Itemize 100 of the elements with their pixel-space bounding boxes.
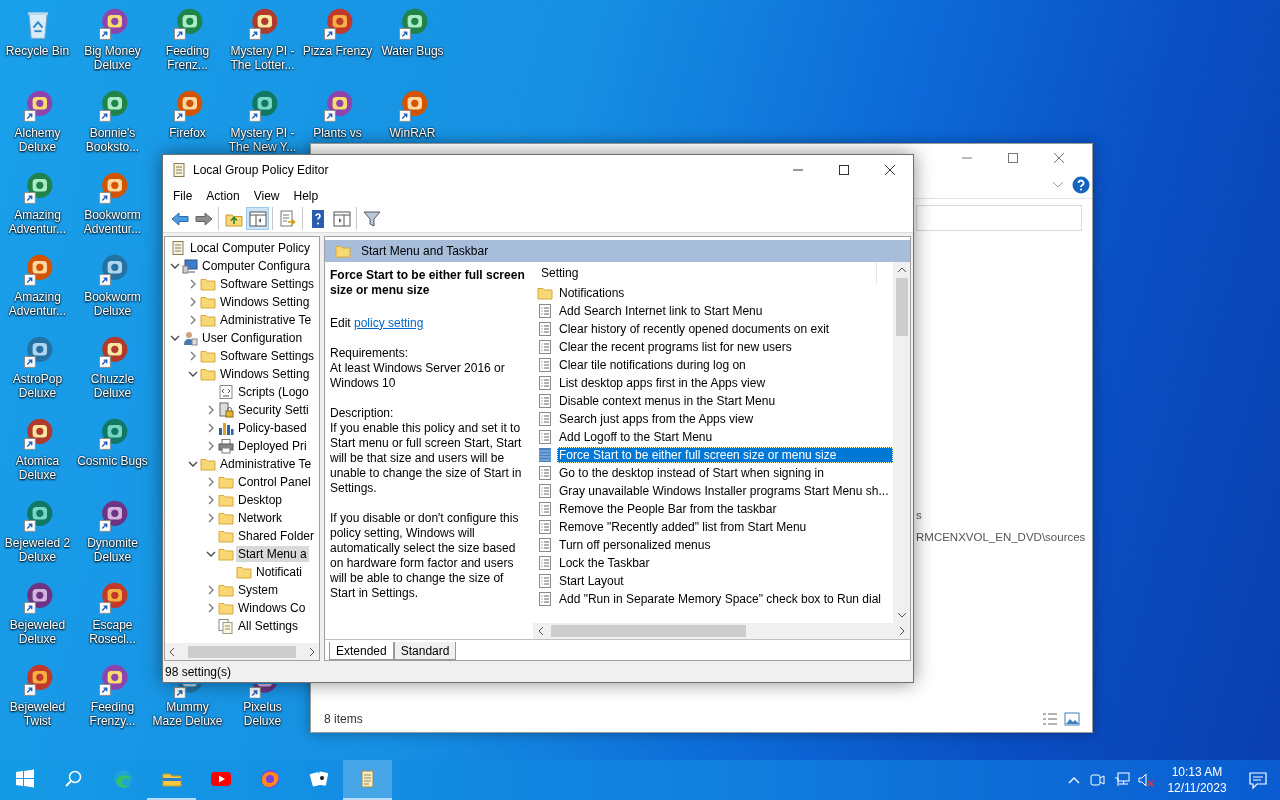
description-text: If you disable or don't configure this policy setting, Windows will automatically select the size based on hardware form factor and users will be able to change the size of Start in Settings. xyxy=(330,510,520,601)
tree-item[interactable]: Windows Setting xyxy=(165,292,319,311)
tree-item[interactable]: Software Settings xyxy=(165,346,319,365)
setting-icon xyxy=(537,446,553,463)
setting-row[interactable]: Clear tile notifications during log on xyxy=(557,356,893,373)
scroll-left-icon[interactable] xyxy=(537,626,545,637)
setting-row[interactable]: Clear the recent programs list for new users xyxy=(557,338,893,355)
policy-editor-button[interactable] xyxy=(343,760,392,800)
notifications-icon[interactable] xyxy=(1248,770,1268,790)
tree-item[interactable]: Network xyxy=(165,508,319,527)
horizontal-scrollbar[interactable] xyxy=(165,643,319,661)
view-tab[interactable]: Extended xyxy=(329,642,394,661)
scrollbar-thumb[interactable] xyxy=(188,645,296,658)
column-header[interactable]: Setting xyxy=(537,261,877,284)
setting-row[interactable]: Add Logoff to the Start Menu xyxy=(557,428,893,445)
status-text: 98 setting(s) xyxy=(165,665,232,680)
setting-row[interactable]: Start Layout xyxy=(557,572,893,589)
search-icon[interactable] xyxy=(63,769,84,789)
section-title: Start Menu and Taskbar xyxy=(361,243,489,258)
tree-item[interactable]: All Settings xyxy=(165,616,319,635)
horizontal-scrollbar[interactable] xyxy=(533,623,910,640)
setting-row[interactable]: Search just apps from the Apps view xyxy=(557,410,893,427)
user-icon xyxy=(182,329,198,346)
close-icon[interactable] xyxy=(884,164,896,177)
setting-row[interactable]: Remove "Recently added" list from Start Menu xyxy=(557,518,893,535)
printer-icon xyxy=(218,437,234,454)
tree-item[interactable]: Administrative Te xyxy=(165,454,319,473)
tree-item[interactable]: Start Menu a xyxy=(165,544,319,563)
tree-item[interactable]: Administrative Te xyxy=(165,310,319,329)
tree-item[interactable]: Windows Co xyxy=(165,598,319,617)
scroll-right-icon[interactable] xyxy=(898,626,906,637)
tree-item[interactable]: Windows Setting xyxy=(165,364,319,383)
help-button[interactable] xyxy=(1072,176,1090,194)
tree-item[interactable]: Desktop xyxy=(165,490,319,509)
tree-item[interactable]: Policy-based xyxy=(165,418,319,437)
clock-date: 12/11/2023 xyxy=(1167,780,1227,796)
scroll-right-icon[interactable] xyxy=(308,646,316,657)
setting-row[interactable]: Turn off personalized menus xyxy=(557,536,893,553)
expand-ribbon-button[interactable] xyxy=(1052,181,1064,189)
tree-item[interactable]: Security Setti xyxy=(165,400,319,419)
setting-row[interactable]: List desktop apps first in the Apps view xyxy=(557,374,893,391)
setting-icon xyxy=(537,428,553,445)
network-icon[interactable] xyxy=(1114,772,1130,788)
search-field[interactable] xyxy=(916,205,1082,231)
tree-item[interactable]: Control Panel xyxy=(165,472,319,491)
detail-text: s xyxy=(916,509,923,521)
clock-time: 10:13 AM xyxy=(1171,764,1223,780)
setting-icon xyxy=(537,518,553,535)
setting-icon xyxy=(537,374,553,391)
document-icon xyxy=(170,239,186,256)
browser-icon[interactable] xyxy=(259,769,280,789)
setting-row[interactable]: Force Start to be either full screen size or menu size xyxy=(557,446,893,463)
vertical-scrollbar[interactable] xyxy=(893,261,910,624)
setting-row[interactable]: Remove the People Bar from the taskbar xyxy=(557,500,893,517)
scroll-up-icon[interactable] xyxy=(896,265,907,274)
tree-item[interactable]: Shared Folder xyxy=(165,526,319,545)
menu-item[interactable]: Help xyxy=(286,186,326,205)
requirements-text: At least Windows Server 2016 or Windows 10 xyxy=(330,360,506,391)
scroll-left-icon[interactable] xyxy=(168,646,176,657)
scroll-down-icon[interactable] xyxy=(896,611,907,620)
start-icon[interactable] xyxy=(14,769,35,789)
setting-icon xyxy=(537,464,553,481)
setting-row[interactable]: Notifications xyxy=(557,284,893,301)
tree-item[interactable]: System xyxy=(165,580,319,599)
menu-item[interactable]: Action xyxy=(199,186,247,205)
policy-setting-link[interactable]: policy setting xyxy=(354,315,424,330)
setting-row[interactable]: Disable context menus in the Start Menu xyxy=(557,392,893,409)
tree-item[interactable]: User Configuration xyxy=(165,328,319,347)
scrollbar-thumb[interactable] xyxy=(895,277,908,336)
volume-muted-icon[interactable] xyxy=(1138,772,1154,788)
setting-icon xyxy=(537,320,553,337)
scrollbar-thumb[interactable] xyxy=(551,625,746,638)
tree-item[interactable]: Notificati xyxy=(165,562,319,581)
clock[interactable]: 10:13 AM 12/11/2023 xyxy=(1158,760,1236,800)
setting-row[interactable]: Lock the Taskbar xyxy=(557,554,893,571)
setting-row[interactable]: Gray unavailable Windows Installer programs Start Menu sh... xyxy=(557,482,893,499)
large-icons-view-icon[interactable] xyxy=(1064,712,1080,726)
tree-item[interactable]: Scripts (Logo xyxy=(165,382,319,401)
setting-row[interactable]: Go to the desktop instead of Start when signing in xyxy=(557,464,893,481)
menu-item[interactable]: File xyxy=(166,186,200,205)
document-icon xyxy=(171,162,187,179)
tree-item[interactable]: Computer Configura xyxy=(165,256,319,275)
tree-item[interactable]: Software Settings xyxy=(165,274,319,293)
setting-row[interactable]: Add "Run in Separate Memory Space" check box to Run dial xyxy=(557,590,893,607)
view-tab[interactable]: Standard xyxy=(393,642,457,661)
setting-icon xyxy=(537,338,553,355)
tree-item[interactable]: Deployed Pri xyxy=(165,436,319,455)
setting-row[interactable]: Clear history of recently opened documents on exit xyxy=(557,320,893,337)
card-game-icon[interactable] xyxy=(308,769,329,789)
script-icon xyxy=(218,383,234,400)
tree-item[interactable]: Local Computer Policy xyxy=(165,238,319,257)
server-lock-icon xyxy=(218,401,234,418)
menu-item[interactable]: View xyxy=(246,186,287,205)
computer-icon xyxy=(182,257,198,274)
setting-row[interactable]: Add Search Internet link to Start Menu xyxy=(557,302,893,319)
maximize-icon[interactable] xyxy=(838,164,850,177)
edit-text: Edit policy setting xyxy=(330,315,425,331)
setting-icon xyxy=(537,590,553,607)
camera-icon[interactable] xyxy=(1090,772,1106,788)
video-app-icon[interactable] xyxy=(210,769,231,789)
